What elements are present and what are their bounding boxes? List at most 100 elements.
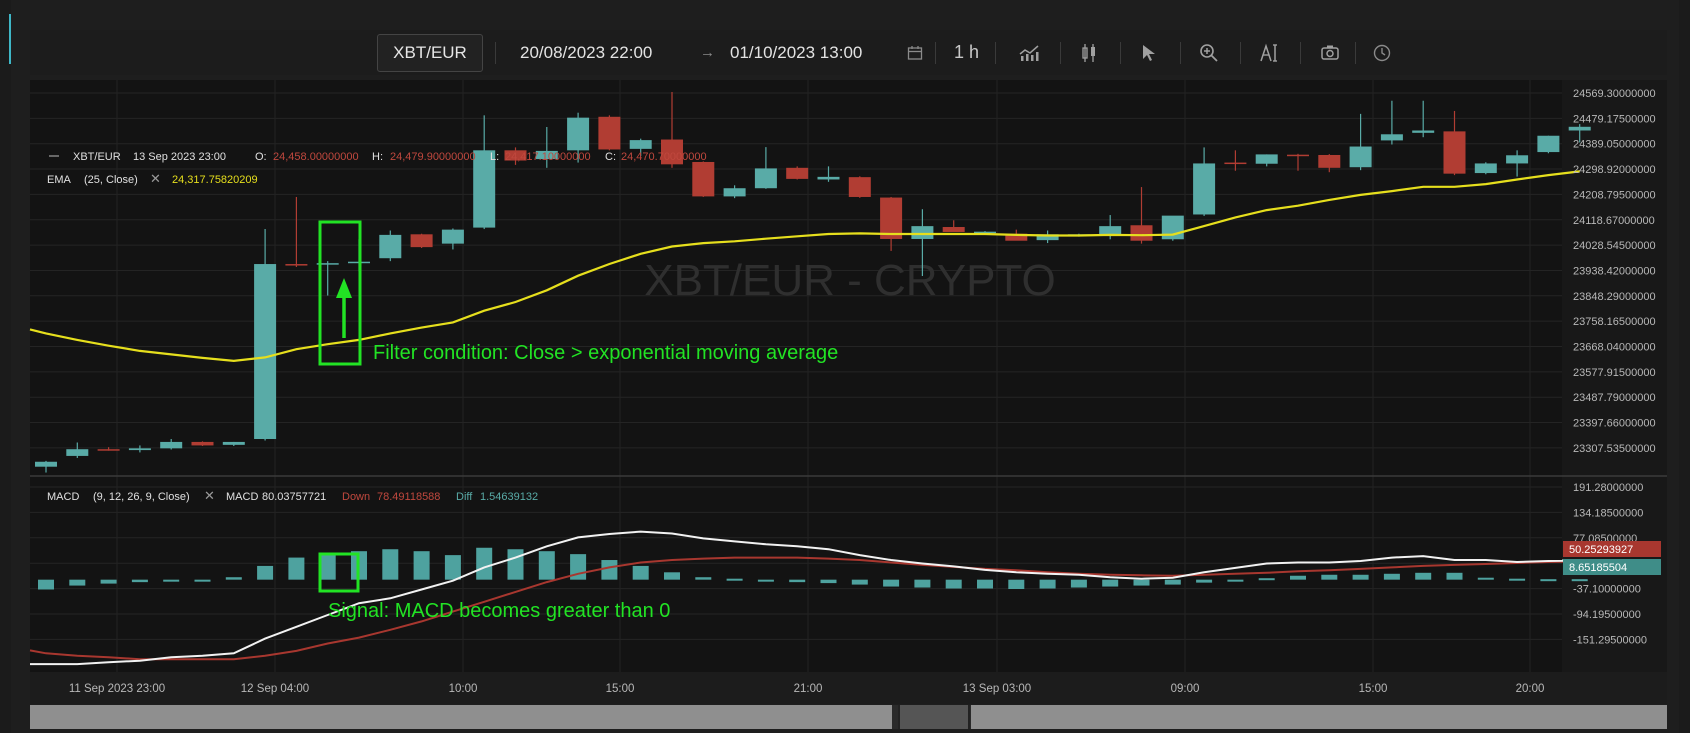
legend-pair: XBT/EUR <box>73 151 121 163</box>
time-tick-label: 21:00 <box>794 683 823 695</box>
legend-c-label: C: <box>605 151 616 163</box>
candle <box>598 115 621 151</box>
candle <box>692 161 715 197</box>
time-tick-label: 15:00 <box>1359 683 1388 695</box>
macd-hist-bar <box>1102 579 1119 587</box>
candle-body <box>1568 126 1591 131</box>
macd-hist-bar <box>225 577 242 580</box>
legend-o-label: O: <box>255 151 267 163</box>
diff-value: 1.54639132 <box>480 491 538 503</box>
macd-hist-bar <box>1446 572 1463 580</box>
macd-hist-bar <box>1039 579 1056 589</box>
candle-body <box>222 441 245 445</box>
macd-hist-bar <box>1509 578 1526 581</box>
macd-hist-bar <box>664 572 680 580</box>
diff-last-value: 8.65185504 <box>1569 562 1627 574</box>
macd-value: 80.03757721 <box>262 491 326 503</box>
scrollbar-left-range[interactable] <box>30 705 892 729</box>
legend-c-value: 24,470.70000000 <box>621 151 707 163</box>
legend-h-value: 24,479.90000000 <box>390 151 476 163</box>
down-last-value: 50.25293927 <box>1569 544 1633 556</box>
candle <box>1161 215 1184 241</box>
macd-tick-label: -94.19500000 <box>1573 609 1641 621</box>
candle-body <box>66 449 89 456</box>
macd-hist-bar <box>476 547 493 580</box>
candle <box>1474 162 1497 175</box>
macd-hist-bar <box>538 551 555 580</box>
macd-hist-bar <box>1008 579 1025 590</box>
price-tick-label: 23848.29000000 <box>1573 291 1656 303</box>
candle <box>379 230 402 262</box>
macd-hist-bar <box>194 579 211 582</box>
signal-annotation: Signal: MACD becomes greater than 0 <box>328 600 670 622</box>
macd-hist-bar <box>851 579 868 585</box>
macd-hist-bar <box>444 555 461 580</box>
macd-tick-label: 134.18500000 <box>1573 507 1643 519</box>
time-tick-label: 11 Sep 2023 23:00 <box>69 683 165 695</box>
scrollbar-right-range[interactable] <box>971 705 1667 729</box>
price-tick-label: 24208.79500000 <box>1573 189 1656 201</box>
macd-hist-bar <box>1383 573 1400 580</box>
candle-body <box>1412 130 1435 133</box>
price-tick-label: 24028.54500000 <box>1573 240 1656 252</box>
ema-remove-icon[interactable]: ✕ <box>150 171 161 186</box>
price-tick-label: 23758.16500000 <box>1573 316 1656 328</box>
macd-hist-bar <box>914 579 931 588</box>
candle-body <box>1224 162 1247 165</box>
macd-params: (9, 12, 26, 9, Close) <box>93 491 190 503</box>
candle-body <box>441 229 464 244</box>
price-tick-label: 24479.17500000 <box>1573 113 1656 125</box>
macd-name: MACD <box>226 491 258 503</box>
candle-body <box>723 188 746 197</box>
candle-body <box>942 227 965 232</box>
macd-hist-bar <box>757 579 774 582</box>
macd-hist-bar <box>1540 579 1557 582</box>
candle-body <box>754 168 777 189</box>
macd-hist-bar <box>1415 572 1432 580</box>
candle-body <box>1537 135 1560 153</box>
candle-body <box>692 161 715 197</box>
candle <box>191 441 214 447</box>
candle-body <box>598 116 621 150</box>
filter-annotation: Filter condition: Close > exponential mo… <box>373 342 838 364</box>
price-tick-label: 23487.79000000 <box>1573 392 1656 404</box>
candle <box>1537 135 1560 154</box>
candle-body <box>786 167 809 179</box>
legend-datetime: 13 Sep 2023 23:00 <box>133 151 226 163</box>
macd-hist-bar <box>632 565 649 580</box>
macd-hist-bar <box>257 565 274 580</box>
macd-hist-bar <box>1164 579 1181 585</box>
macd-remove-icon[interactable]: ✕ <box>204 488 215 503</box>
legend-o-value: 24,458.00000000 <box>273 151 359 163</box>
candle-body <box>1099 226 1122 235</box>
candle-body <box>1130 225 1153 241</box>
macd-hist-bar <box>695 577 712 580</box>
price-tick-label: 24389.05000000 <box>1573 139 1656 151</box>
candle-body <box>1349 146 1372 168</box>
macd-hist-bar <box>288 557 305 580</box>
candle-body <box>379 234 402 259</box>
legend-h-label: H: <box>372 151 383 163</box>
macd-hist-bar <box>38 579 54 590</box>
macd-tick-label: -37.10000000 <box>1573 584 1641 596</box>
chart-area[interactable]: XBT/EUR - CRYPTO 24569.30000000 24479.175… <box>0 0 1690 705</box>
candle <box>786 166 809 180</box>
ema-params: (25, Close) <box>84 174 138 186</box>
macd-hist-bar <box>1477 577 1494 580</box>
macd-hist-bar <box>1321 574 1338 580</box>
time-scrollbar[interactable] <box>30 705 1667 729</box>
macd-hist-bar <box>100 579 117 584</box>
macd-hist-bar <box>601 560 618 580</box>
candle-body <box>629 140 652 149</box>
price-tick-label: 23577.91500000 <box>1573 367 1656 379</box>
candle-body <box>254 264 277 440</box>
candle-body <box>160 441 183 449</box>
candle-body <box>817 176 840 180</box>
macd-label: MACD <box>47 491 79 503</box>
down-name: Down <box>342 491 370 503</box>
macd-hist-bar <box>1571 579 1588 582</box>
candle-body <box>1380 134 1403 141</box>
price-ticks: 24569.30000000 24479.17500000 24389.050000… <box>1573 88 1656 455</box>
price-tick-label: 23938.42000000 <box>1573 265 1656 277</box>
scrollbar-thumb[interactable] <box>898 705 970 729</box>
